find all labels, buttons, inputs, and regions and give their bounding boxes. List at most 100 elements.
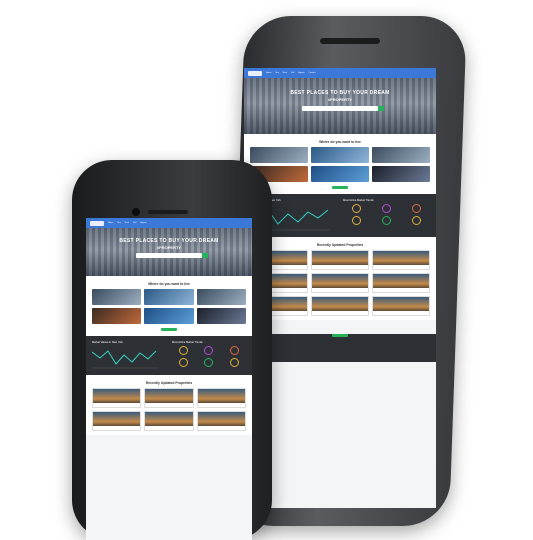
property-card[interactable] <box>311 273 369 293</box>
search-button[interactable] <box>202 253 209 258</box>
locations-grid <box>92 289 246 324</box>
search-button[interactable] <box>378 106 385 111</box>
location-card[interactable] <box>144 308 194 324</box>
property-image <box>145 389 193 403</box>
recent-properties-section: Recently Updated Properties <box>244 237 436 320</box>
hero-title: BEST PLACES TO BUY YOUR DREAM <box>290 90 390 96</box>
recent-properties-section: Recently Updated Properties <box>86 375 252 435</box>
trend-ring <box>230 358 240 367</box>
location-card[interactable] <box>250 147 308 163</box>
property-card[interactable] <box>92 388 142 408</box>
location-card[interactable] <box>196 308 246 324</box>
property-card[interactable] <box>311 296 369 316</box>
market-values-heading: Market Values in New York <box>92 341 123 344</box>
nav-item-buy[interactable]: Buy <box>275 72 278 74</box>
trend-ring <box>230 346 240 355</box>
property-card[interactable] <box>92 411 142 431</box>
market-trends-heading: Most Active Market Trends <box>343 199 374 202</box>
market-section: Market Values in New York Most Active Ma… <box>86 336 252 375</box>
market-section: Market Values in New York Most Active Ma… <box>244 194 436 237</box>
property-image <box>373 251 429 265</box>
nav-item-rent[interactable]: Rent <box>125 222 129 224</box>
property-image <box>312 251 368 265</box>
front-phone-speaker <box>148 210 188 214</box>
location-card[interactable] <box>372 166 430 182</box>
property-image <box>312 297 368 311</box>
property-card[interactable] <box>311 250 369 270</box>
hero-search-input[interactable] <box>135 253 209 258</box>
hero-subtitle: #PROPERTY <box>327 97 353 102</box>
back-phone-speaker <box>319 38 381 44</box>
hero-title: BEST PLACES TO BUY YOUR DREAM <box>119 238 219 244</box>
nav-item-agents[interactable]: Agents <box>298 72 304 74</box>
property-image <box>197 412 245 426</box>
trend-ring <box>204 346 214 355</box>
property-image <box>373 297 429 311</box>
nav-bar: Home Buy Rent Sell Agents <box>86 218 252 228</box>
location-card[interactable] <box>311 166 369 182</box>
property-cards <box>250 250 430 316</box>
nav-bar: Home Buy Rent Sell Agents Contact <box>244 68 436 78</box>
nav-item-sell[interactable]: Sell <box>291 72 294 74</box>
trend-ring <box>178 358 188 367</box>
locations-section: Where do you want to live <box>244 134 436 194</box>
location-card[interactable] <box>92 308 142 324</box>
property-card[interactable] <box>196 411 246 431</box>
property-card[interactable] <box>372 273 430 293</box>
city-skyline-image <box>86 228 252 276</box>
location-card[interactable] <box>92 289 142 305</box>
market-trends-heading: Most Active Market Trends <box>172 341 203 344</box>
property-card[interactable] <box>144 388 194 408</box>
hero-search-input[interactable] <box>301 106 385 111</box>
property-card[interactable] <box>196 388 246 408</box>
hero-banner: BEST PLACES TO BUY YOUR DREAM #PROPERTY <box>86 228 252 276</box>
recent-heading: Recently Updated Properties <box>145 381 193 385</box>
trend-ring <box>412 216 421 225</box>
trend-ring <box>204 358 214 367</box>
nav-item-rent[interactable]: Rent <box>283 72 287 74</box>
property-image <box>93 412 141 426</box>
hero-banner: BEST PLACES TO BUY YOUR DREAM #PROPERTY <box>244 78 436 134</box>
property-image <box>373 274 429 288</box>
hero-subtitle: #PROPERTY <box>156 245 182 250</box>
property-image <box>93 389 141 403</box>
property-card[interactable] <box>372 296 430 316</box>
recent-heading: Recently Updated Properties <box>316 243 364 247</box>
trend-ring <box>352 216 361 225</box>
location-card[interactable] <box>196 289 246 305</box>
footer-cta-button[interactable] <box>332 334 348 337</box>
locations-grid <box>250 147 430 182</box>
back-phone-screen: Home Buy Rent Sell Agents Contact BEST P… <box>244 68 436 508</box>
property-image <box>145 412 193 426</box>
nav-item-home[interactable]: Home <box>266 72 271 74</box>
view-all-button[interactable] <box>332 186 348 189</box>
trend-rings <box>172 346 246 367</box>
trend-ring <box>178 346 188 355</box>
trend-ring <box>382 204 391 213</box>
trend-ring <box>412 204 421 213</box>
trend-ring <box>382 216 391 225</box>
property-card[interactable] <box>372 250 430 270</box>
location-card[interactable] <box>144 289 194 305</box>
nav-item-buy[interactable]: Buy <box>117 222 120 224</box>
property-image <box>197 389 245 403</box>
trend-rings <box>343 204 430 225</box>
trend-ring <box>352 204 361 213</box>
nav-item-home[interactable]: Home <box>108 222 113 224</box>
location-card[interactable] <box>372 147 430 163</box>
site-logo[interactable] <box>248 70 262 76</box>
front-phone-screen: Home Buy Rent Sell Agents BEST PLACES TO… <box>86 218 252 540</box>
nav-item-agents[interactable]: Agents <box>140 222 146 224</box>
property-cards <box>92 388 246 431</box>
locations-section: Where do you want to live <box>86 276 252 336</box>
locations-heading: Where do you want to live <box>319 140 361 144</box>
market-line-chart <box>92 350 158 369</box>
property-card[interactable] <box>144 411 194 431</box>
locations-heading: Where do you want to live <box>148 282 190 286</box>
property-image <box>312 274 368 288</box>
nav-item-contact[interactable]: Contact <box>309 72 316 74</box>
site-logo[interactable] <box>90 220 104 226</box>
nav-item-sell[interactable]: Sell <box>133 222 136 224</box>
location-card[interactable] <box>311 147 369 163</box>
view-all-button[interactable] <box>161 328 177 331</box>
